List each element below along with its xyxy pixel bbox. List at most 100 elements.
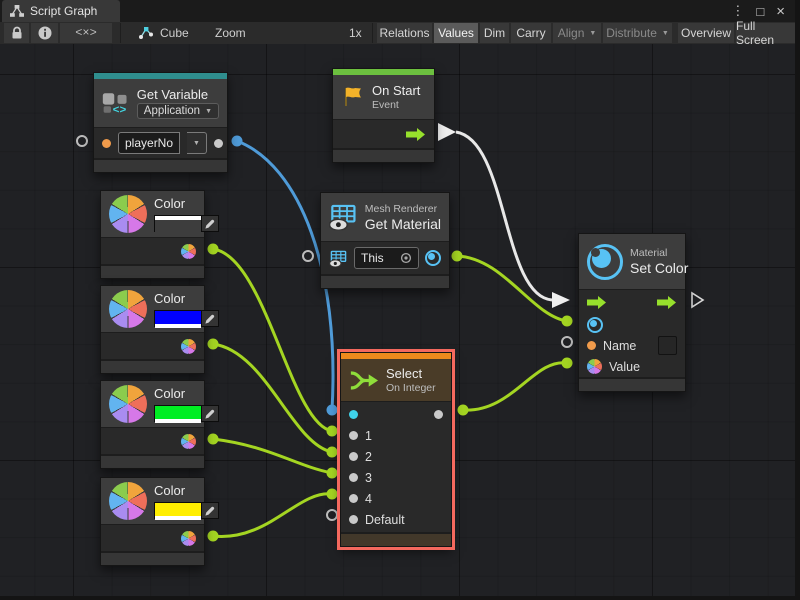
eyedropper-button[interactable] — [202, 405, 219, 422]
node-title: Select — [386, 366, 436, 381]
material-input-port[interactable] — [587, 317, 603, 333]
code-preview-icon: <×> — [75, 26, 97, 40]
align-button[interactable]: Align▼ — [553, 23, 601, 43]
svg-text:<>: <> — [113, 104, 127, 116]
color-swatch[interactable] — [154, 215, 202, 232]
option-label: 4 — [365, 492, 372, 506]
graph-icon — [138, 26, 154, 40]
option-label: Default — [365, 513, 405, 527]
node-title: Color — [154, 483, 219, 498]
node-set-color[interactable]: Material Set Color Name Value — [578, 233, 686, 392]
node-footer — [94, 158, 227, 172]
option-port[interactable] — [349, 515, 358, 524]
port-label: Name — [603, 339, 636, 353]
chevron-down-icon: ▼ — [662, 30, 669, 37]
material-icon — [587, 244, 623, 280]
node-color-yellow[interactable]: Color — [100, 477, 205, 566]
tab-title: Script Graph — [30, 4, 97, 18]
material-output-port[interactable] — [425, 250, 441, 266]
mesh-renderer-port[interactable] — [329, 250, 348, 267]
option-port[interactable] — [349, 494, 358, 503]
node-subtitle: Event — [372, 99, 420, 111]
dim-button[interactable]: Dim — [480, 23, 509, 43]
variable-name-dropdown[interactable]: ▼ — [187, 132, 207, 154]
color-output-port[interactable] — [181, 244, 196, 259]
code-preview-button[interactable]: <×> — [60, 23, 112, 43]
node-color-green[interactable]: Color — [100, 380, 205, 469]
node-component: Material — [630, 247, 688, 259]
option-port[interactable] — [349, 452, 358, 461]
eyedropper-button[interactable] — [202, 215, 219, 232]
node-title: On Start — [372, 83, 420, 98]
carry-button[interactable]: Carry — [511, 23, 551, 43]
node-get-variable[interactable]: <> Get Variable Application ▼ playerNo ▼ — [93, 72, 228, 173]
port-label: Value — [609, 360, 640, 374]
lock-button[interactable] — [4, 23, 29, 43]
window-maximize-icon[interactable]: □ — [756, 4, 764, 19]
color-input-port[interactable] — [587, 359, 602, 374]
name-input-field[interactable] — [658, 336, 677, 355]
option-port[interactable] — [349, 473, 358, 482]
zoom-label: Zoom — [215, 23, 246, 43]
node-title: Get Material — [365, 216, 441, 232]
selector-input-port[interactable] — [349, 410, 358, 419]
variable-name-field[interactable]: playerNo — [118, 132, 180, 154]
node-get-material[interactable]: Mesh Renderer Get Material This — [320, 192, 450, 289]
graph-name: Cube — [160, 26, 189, 40]
color-output-port[interactable] — [181, 339, 196, 354]
inspect-button[interactable] — [31, 23, 58, 43]
node-title: Color — [154, 386, 219, 401]
option-label: 1 — [365, 429, 372, 443]
chevron-down-icon: ▼ — [205, 108, 212, 115]
node-color-red[interactable]: Color — [100, 190, 205, 279]
lock-icon — [9, 25, 25, 41]
node-color-blue[interactable]: Color — [100, 285, 205, 374]
eyedropper-button[interactable] — [202, 502, 219, 519]
flow-output-port[interactable] — [406, 127, 426, 142]
graph-hierarchy-icon — [10, 5, 24, 17]
eyedropper-icon — [204, 312, 217, 325]
color-wheel-icon — [109, 195, 147, 233]
value-output-port[interactable] — [214, 139, 223, 148]
select-icon — [349, 369, 379, 392]
color-swatch[interactable] — [154, 310, 202, 327]
window-menu-icon[interactable]: ⋮ — [731, 3, 744, 19]
node-title: Color — [154, 196, 219, 211]
target-field[interactable]: This — [354, 247, 419, 269]
node-on-start[interactable]: On Start Event — [332, 68, 435, 163]
values-button[interactable]: Values — [434, 23, 478, 43]
variables-icon: <> — [102, 90, 130, 116]
name-input-port[interactable] — [587, 341, 596, 350]
string-port[interactable] — [102, 139, 111, 148]
distribute-button[interactable]: Distribute▼ — [603, 23, 672, 43]
flow-input-port[interactable] — [587, 295, 607, 310]
overview-button[interactable]: Overview — [678, 23, 734, 43]
graph-breadcrumb[interactable]: Cube — [138, 23, 189, 43]
color-output-port[interactable] — [181, 434, 196, 449]
relations-button[interactable]: Relations — [377, 23, 432, 43]
selection-output-port[interactable] — [434, 410, 443, 419]
node-footer — [101, 264, 204, 278]
color-output-port[interactable] — [181, 531, 196, 546]
graph-toolbar: <×> Cube Zoom 1x Relations Values Dim Ca… — [0, 22, 795, 45]
node-title: Color — [154, 291, 219, 306]
node-component: Mesh Renderer — [365, 203, 441, 215]
variable-scope-dropdown[interactable]: Application ▼ — [137, 103, 219, 119]
full-screen-button[interactable]: Full Screen — [736, 23, 795, 43]
node-footer — [101, 359, 204, 373]
node-title: Get Variable — [137, 87, 219, 102]
mesh-renderer-icon — [329, 202, 358, 232]
object-picker-icon[interactable] — [400, 252, 412, 264]
flow-output-port[interactable] — [657, 295, 677, 310]
tab-script-graph[interactable]: Script Graph — [2, 0, 120, 22]
color-swatch[interactable] — [154, 405, 202, 422]
node-select[interactable]: Select On Integer 1 2 3 4 — [340, 352, 452, 547]
eyedropper-button[interactable] — [202, 310, 219, 327]
node-title: Set Color — [630, 260, 688, 276]
eyedropper-icon — [204, 407, 217, 420]
option-port[interactable] — [349, 431, 358, 440]
tab-strip: Script Graph ⋮ □ × — [0, 0, 795, 22]
color-wheel-icon — [109, 385, 147, 423]
window-close-icon[interactable]: × — [776, 3, 785, 20]
color-swatch[interactable] — [154, 502, 202, 519]
